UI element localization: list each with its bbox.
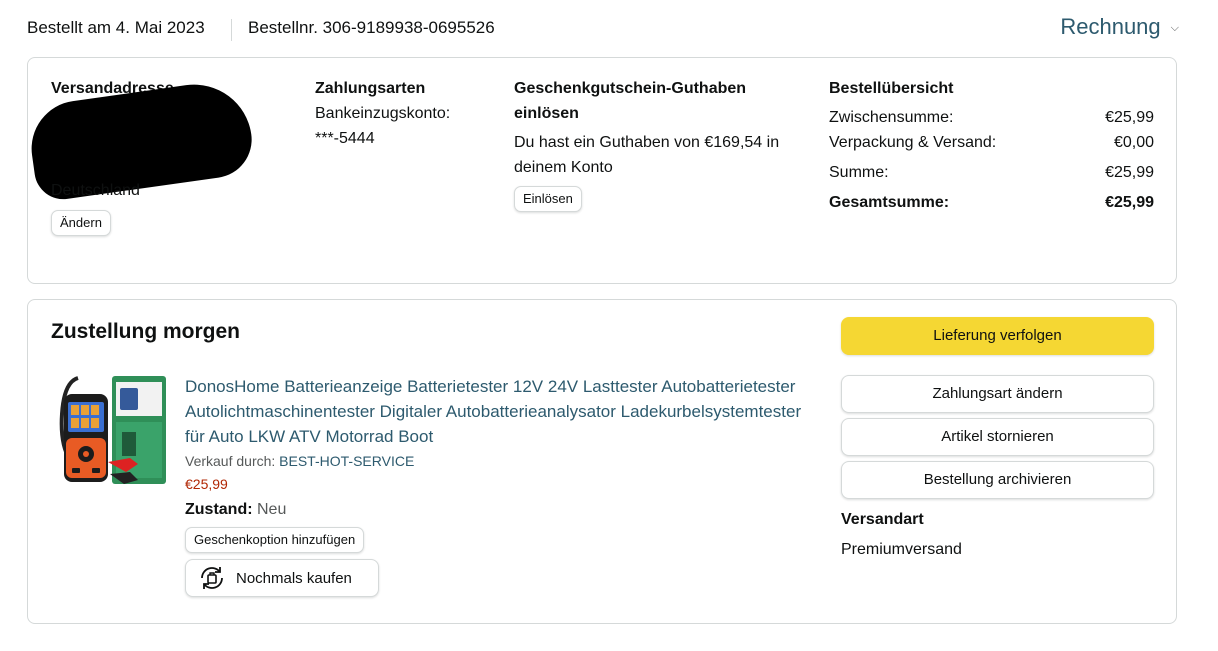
summary-row: Verpackung & Versand: €0,00 [829,130,1154,155]
cancel-items-button[interactable]: Artikel stornieren [841,418,1154,456]
divider [231,19,232,41]
summary-value: €25,99 [1105,164,1154,181]
gift-card-balance-text: Du hast ein Guthaben von €169,54 in dein… [514,134,780,176]
redeem-button[interactable]: Einlösen [514,186,582,212]
summary-value: €0,00 [1113,134,1154,151]
gift-card-title: Geschenkgutschein-Guthaben einlösen [514,80,747,122]
change-payment-button[interactable]: Zahlungsart ändern [841,375,1154,413]
buy-again-label: Nochmals kaufen [236,569,352,587]
redacted-address [37,126,177,184]
payment-title: Zahlungsarten [315,80,426,97]
track-package-button[interactable]: Lieferung verfolgen [841,317,1154,355]
order-number: Bestellnr. 306-9189938-0695526 [248,18,495,37]
product-price: €25,99 [185,476,228,492]
invoice-dropdown[interactable]: Rechnung ⌵ [1060,14,1179,40]
summary-label: Zwischensumme: [829,109,954,126]
invoice-label: Rechnung [1060,14,1161,39]
summary-label: Verpackung & Versand: [829,134,997,151]
condition-value: Neu [257,501,287,518]
add-gift-option-button[interactable]: Geschenkoption hinzufügen [185,527,365,553]
shipping-method-label: Versandart [841,511,924,528]
order-summary-section: Bestellübersicht Zwischensumme: €25,99 V… [829,76,1154,215]
order-actions: Lieferung verfolgen Zahlungsart ändern A… [841,317,1154,561]
order-details-card: Versandadresse Deutschland Ändern Zahlun… [25,57,1177,284]
address-country: Deutschland [51,182,140,199]
archive-order-button[interactable]: Bestellung archivieren [841,461,1154,499]
buy-again-icon [201,567,223,589]
summary-row: Summe: €25,99 [829,160,1154,185]
shipping-address-section: Versandadresse Deutschland Ändern [25,76,291,236]
change-address-button[interactable]: Ändern [51,210,111,236]
summary-row: Zwischensumme: €25,99 [829,105,1154,130]
summary-value: €25,99 [1105,109,1154,126]
condition-label: Zustand: [185,501,253,518]
shipping-method-value: Premiumversand [841,541,962,558]
payment-method: Bankeinzugskonto: [315,105,451,122]
product-image[interactable] [56,374,170,489]
payment-account: ***-5444 [315,130,375,147]
order-header: Bestellt am 4. Mai 2023 Bestellnr. 306-9… [27,14,1179,44]
delivery-card: Zustellung morgen DonosHome Batterieanze… [27,299,1177,624]
seller-prefix: Verkauf durch: [185,453,276,469]
chevron-down-icon: ⌵ [1170,21,1179,34]
payment-section: Zahlungsarten Bankeinzugskonto: ***-5444 [315,76,495,151]
gift-card-section: Geschenkgutschein-Guthaben einlösen Du h… [514,76,814,212]
product-title-link[interactable]: DonosHome Batterieanzeige Batterietester… [185,374,825,449]
order-summary-title: Bestellübersicht [829,80,954,97]
summary-total-row: Gesamtsumme: €25,99 [829,190,1154,215]
seller-line: Verkauf durch: BEST-HOT-SERVICE [185,451,825,471]
buy-again-button[interactable]: Nochmals kaufen [185,559,379,597]
summary-label: Summe: [829,164,889,181]
product-info: DonosHome Batterieanzeige Batterietester… [185,374,825,597]
product-condition: Zustand: Neu [185,499,825,521]
delivery-status-title: Zustellung morgen [51,320,240,343]
order-date: Bestellt am 4. Mai 2023 [27,18,205,37]
seller-link[interactable]: BEST-HOT-SERVICE [279,453,414,469]
summary-total-value: €25,99 [1105,194,1154,211]
summary-total-label: Gesamtsumme: [829,194,950,211]
